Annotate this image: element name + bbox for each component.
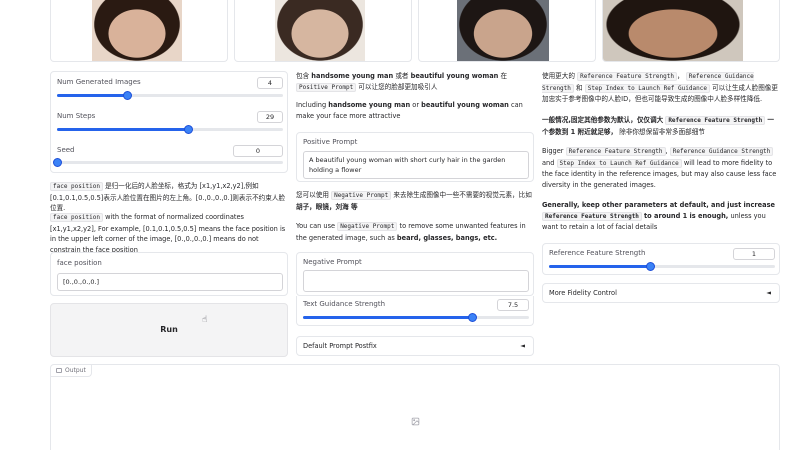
- num-steps-thumb[interactable]: [183, 125, 193, 134]
- reference-feature-input[interactable]: 1: [733, 248, 775, 260]
- num-images-slider[interactable]: [57, 91, 283, 100]
- image-placeholder-icon: [411, 417, 420, 426]
- num-steps-label: Num Steps: [57, 112, 96, 120]
- reference-feature-panel: Reference Feature Strength 1: [542, 243, 780, 275]
- face-position-label: face position: [57, 259, 102, 267]
- more-fidelity-label: More Fidelity Control: [549, 289, 617, 297]
- negative-prompt-panel: Negative Prompt: [296, 252, 534, 296]
- reference-feature-slider[interactable]: [549, 262, 775, 271]
- reference-feature-label: Reference Feature Strength: [549, 249, 646, 257]
- text-guidance-thumb[interactable]: [468, 313, 477, 322]
- mouse-cursor: ☝: [202, 315, 208, 325]
- more-fidelity-accordion[interactable]: More Fidelity Control ◄: [542, 283, 780, 303]
- reference-image-4: [602, 0, 780, 62]
- num-steps-fill: [57, 128, 189, 131]
- face-position-help-en: face position with the format of normali…: [50, 213, 286, 254]
- image-icon: [56, 368, 62, 373]
- text-guidance-panel: Text Guidance Strength 7.5: [296, 296, 534, 326]
- negative-help-en: You can use Negative Prompt to remove so…: [296, 222, 526, 242]
- output-label-tab: Output: [51, 365, 92, 377]
- negative-prompt-input[interactable]: [303, 270, 529, 292]
- num-images-label: Num Generated Images: [57, 78, 141, 86]
- face-position-help-cn: face position 是归一化后的人脸坐标，格式为 [x1,y1,x2,y…: [50, 182, 286, 212]
- reference-tip-cn: 一般情况,固定其他参数为默认，仅仅调大 Reference Feature St…: [542, 116, 774, 136]
- seed-label: Seed: [57, 146, 75, 154]
- negative-prompt-label: Negative Prompt: [303, 258, 362, 266]
- positive-prompt-panel: Positive Prompt A beautiful young woman …: [296, 132, 534, 182]
- num-images-thumb[interactable]: [122, 91, 132, 100]
- run-button[interactable]: Run: [50, 303, 288, 357]
- seed-input[interactable]: 0: [233, 145, 283, 157]
- negative-help-cn: 您可以使用 Negative Prompt 来去除生成图像中一些不需要的视觉元素…: [296, 191, 532, 211]
- num-images-fill: [57, 94, 128, 97]
- reference-image-1: [50, 0, 228, 62]
- prompt-help-en: Including handsome young man or beautifu…: [296, 101, 523, 120]
- face-position-input[interactable]: [0.,0.,0.,0.]: [57, 273, 283, 291]
- reference-help-cn: 使用更大的 Reference Feature Strength， Refere…: [542, 72, 778, 103]
- seed-thumb[interactable]: [52, 158, 62, 167]
- reference-help-en: Bigger Reference Feature Strength, Refer…: [542, 147, 777, 189]
- text-guidance-input[interactable]: 7.5: [497, 299, 529, 311]
- text-guidance-slider[interactable]: [303, 313, 529, 322]
- output-panel: Output: [50, 364, 780, 450]
- seed-slider[interactable]: [52, 158, 283, 167]
- num-steps-input[interactable]: 29: [257, 111, 283, 123]
- default-prompt-postfix-accordion[interactable]: Default Prompt Postfix ◄: [296, 336, 534, 356]
- text-guidance-fill: [303, 316, 473, 319]
- generation-settings-panel: Num Generated Images 4 Num Steps 29 Seed…: [50, 71, 288, 173]
- collapse-arrow-icon: ◄: [766, 289, 771, 297]
- prompt-help-cn: 包含 handsome young man 或者 beautiful young…: [296, 72, 508, 92]
- reference-feature-fill: [549, 265, 651, 268]
- output-label: Output: [65, 367, 86, 374]
- face-position-panel: face position [0.,0.,0.,0.]: [50, 252, 288, 296]
- num-images-input[interactable]: 4: [257, 77, 283, 89]
- positive-prompt-label: Positive Prompt: [303, 138, 358, 146]
- num-steps-slider[interactable]: [57, 125, 283, 134]
- positive-prompt-input[interactable]: A beautiful young woman with short curly…: [303, 151, 529, 179]
- reference-image-2: [234, 0, 412, 62]
- reference-tip-en: Generally, keep other parameters at defa…: [542, 201, 775, 231]
- text-guidance-label: Text Guidance Strength: [303, 300, 386, 308]
- reference-image-3: [418, 0, 596, 62]
- collapse-arrow-icon: ◄: [520, 342, 525, 350]
- default-prompt-postfix-label: Default Prompt Postfix: [303, 342, 377, 350]
- reference-feature-thumb[interactable]: [646, 262, 656, 271]
